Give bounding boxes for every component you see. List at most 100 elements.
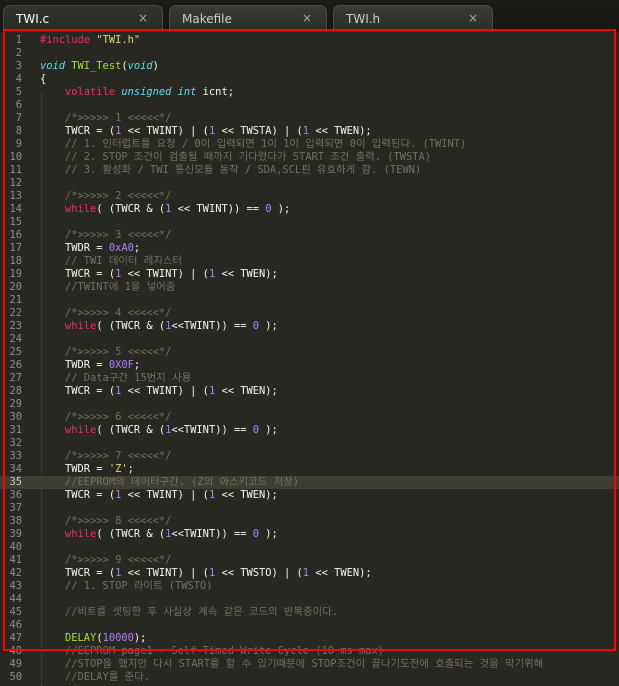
code-line[interactable]: 5 volatile unsigned int icnt; <box>0 86 619 99</box>
code-line[interactable]: 30 /*>>>>> 6 <<<<<*/ <box>0 411 619 424</box>
line-number: 27 <box>9 372 22 384</box>
code-line[interactable]: 35 //EEPROM의 데이터구간. (Z의 아스키코드 저장) <box>0 476 619 489</box>
code-line[interactable]: 41 /*>>>>> 9 <<<<<*/ <box>0 554 619 567</box>
tab-twi-c[interactable]: TWI.c × <box>3 5 163 32</box>
code-line[interactable]: 17 TWDR = 0xA0; <box>0 242 619 255</box>
code-line[interactable]: 22 /*>>>>> 4 <<<<<*/ <box>0 307 619 320</box>
code-token: TWCR = ( <box>40 385 116 397</box>
line-number: 31 <box>9 424 22 436</box>
code-line[interactable]: 42 TWCR = (1 << TWINT) | (1 << TWSTO) | … <box>0 567 619 580</box>
code-line[interactable]: 40 <box>0 541 619 554</box>
code-token: /*>>>>> 9 <<<<<*/ <box>40 554 172 566</box>
code-text: TWCR = (1 << TWINT) | (1 << TWEN); <box>40 385 278 398</box>
code-line[interactable]: 8 TWCR = (1 << TWINT) | (1 << TWSTA) | (… <box>0 125 619 138</box>
tab-makefile[interactable]: Makefile × <box>169 5 327 32</box>
line-number: 21 <box>9 294 22 306</box>
code-line[interactable]: 6 <box>0 99 619 112</box>
code-line[interactable]: 11 // 3. 활성화 / TWI 통신모듈 동작 / SDA,SCL핀 유효… <box>0 164 619 177</box>
code-editor[interactable]: 1 #include "TWI.h" 2 3 void TWI_Test(void) 4{… <box>0 32 619 686</box>
code-line[interactable]: 2 <box>0 47 619 60</box>
code-line[interactable]: 23 while( (TWCR & (1<<TWINT)) == 0 ); <box>0 320 619 333</box>
code-line[interactable]: 12 <box>0 177 619 190</box>
code-line[interactable]: 44 <box>0 593 619 606</box>
code-token: << TWINT)) == <box>171 203 266 215</box>
code-token: /*>>>>> 8 <<<<<*/ <box>40 515 172 527</box>
code-line[interactable]: 45 //비트를 셋팅한 후 사실상 계속 같은 코드의 반복중이다. <box>0 606 619 619</box>
code-line[interactable]: 29 <box>0 398 619 411</box>
code-line[interactable]: 46 <box>0 619 619 632</box>
code-token: << TWEN); <box>215 489 278 501</box>
code-line[interactable]: 36 TWCR = (1 << TWINT) | (1 << TWEN); <box>0 489 619 502</box>
code-text: TWCR = (1 << TWINT) | (1 << TWEN); <box>40 268 278 281</box>
code-line[interactable]: 9 // 1. 인터럽트를 요청 / 0이 입력되면 1이 1이 입력되면 0이… <box>0 138 619 151</box>
code-line[interactable]: 48 //EEPROM page1 - Self-Timed Write Cyc… <box>0 645 619 658</box>
code-token: //EEPROM의 데이터구간. (Z의 아스키코드 저장) <box>40 476 299 488</box>
line-number: 29 <box>9 398 22 410</box>
code-token: ; <box>133 242 141 254</box>
code-token: 0xA0 <box>108 242 134 254</box>
line-number: 5 <box>15 86 22 98</box>
code-line[interactable]: 47 DELAY(10000); <box>0 632 619 645</box>
line-number: 46 <box>9 619 22 631</box>
code-line[interactable]: 25 /*>>>>> 5 <<<<<*/ <box>0 346 619 359</box>
code-token: TWCR = ( <box>40 567 116 579</box>
line-number: 48 <box>9 645 22 657</box>
code-line[interactable]: 49 //STOP을 했지만 다시 START를 할 수 있기때문에 STOP조… <box>0 658 619 671</box>
code-line[interactable]: 32 <box>0 437 619 450</box>
code-token: { <box>40 73 47 85</box>
code-token: /*>>>>> 3 <<<<<*/ <box>40 229 172 241</box>
code-token: /*>>>>> 5 <<<<<*/ <box>40 346 172 358</box>
code-line[interactable]: 13 /*>>>>> 2 <<<<<*/ <box>0 190 619 203</box>
tab-twi-h[interactable]: TWI.h × <box>333 5 493 32</box>
line-number: 50 <box>9 671 22 683</box>
code-line[interactable]: 43 // 1. STOP 라이트 (TWSTO) <box>0 580 619 593</box>
code-token: TWCR = ( <box>40 489 116 501</box>
code-line[interactable]: 20 //TWINT에 1을 넣어줌 <box>0 281 619 294</box>
code-token: << TWINT) | ( <box>121 125 209 137</box>
line-number: 10 <box>9 151 22 163</box>
code-line[interactable]: 18 // TWI 데이터 레지스터 <box>0 255 619 268</box>
code-line[interactable]: 15 <box>0 216 619 229</box>
code-line[interactable]: 39 while( (TWCR & (1<<TWINT)) == 0 ); <box>0 528 619 541</box>
code-line[interactable]: 34 TWDR = 'Z'; <box>0 463 619 476</box>
code-token: // 2. STOP 조건이 검출될 때까지 기다렸다가 START 조건 출력… <box>40 151 432 163</box>
code-token: // 1. STOP 라이트 (TWSTO) <box>40 580 213 592</box>
code-token: 10000 <box>102 632 134 644</box>
code-token: // Data구간 15번지 사용 <box>40 372 192 384</box>
code-line[interactable]: 3 void TWI_Test(void) <box>0 60 619 73</box>
code-text: //TWINT에 1을 넣어줌 <box>40 281 175 294</box>
code-line[interactable]: 26 TWDR = 0X0F; <box>0 359 619 372</box>
line-number: 41 <box>9 554 22 566</box>
code-line[interactable]: 27 // Data구간 15번지 사용 <box>0 372 619 385</box>
code-text: TWDR = 0X0F; <box>40 359 140 372</box>
line-number: 20 <box>9 281 22 293</box>
code-token: /*>>>>> 1 <<<<<*/ <box>40 112 172 124</box>
code-line[interactable]: 7 /*>>>>> 1 <<<<<*/ <box>0 112 619 125</box>
line-number: 26 <box>9 359 22 371</box>
code-line[interactable]: 24 <box>0 333 619 346</box>
code-line[interactable]: 38 /*>>>>> 8 <<<<<*/ <box>0 515 619 528</box>
code-line[interactable]: 4{ <box>0 73 619 86</box>
close-icon[interactable]: × <box>468 11 478 25</box>
line-number: 44 <box>9 593 22 605</box>
code-line[interactable]: 21 <box>0 294 619 307</box>
code-line[interactable]: 37 <box>0 502 619 515</box>
code-line[interactable]: 10 // 2. STOP 조건이 검출될 때까지 기다렸다가 START 조건… <box>0 151 619 164</box>
code-line[interactable]: 31 while( (TWCR & (1<<TWINT)) == 0 ); <box>0 424 619 437</box>
code-line[interactable]: 19 TWCR = (1 << TWINT) | (1 << TWEN); <box>0 268 619 281</box>
close-icon[interactable]: × <box>138 11 148 25</box>
code-line[interactable]: 14 while( (TWCR & (1 << TWINT)) == 0 ); <box>0 203 619 216</box>
code-line[interactable]: 1 #include "TWI.h" <box>0 34 619 47</box>
code-line[interactable]: 33 /*>>>>> 7 <<<<<*/ <box>0 450 619 463</box>
code-text: void TWI_Test(void) <box>40 60 159 73</box>
code-line[interactable]: 16 /*>>>>> 3 <<<<<*/ <box>0 229 619 242</box>
code-line[interactable]: 28 TWCR = (1 << TWINT) | (1 << TWEN); <box>0 385 619 398</box>
code-token: ); <box>259 528 278 540</box>
code-line[interactable]: 50 //DELAY를 준다. <box>0 671 619 684</box>
line-number: 9 <box>15 138 22 150</box>
close-icon[interactable]: × <box>302 11 312 25</box>
code-text: /*>>>>> 2 <<<<<*/ <box>40 190 171 203</box>
code-text: /*>>>>> 3 <<<<<*/ <box>40 229 171 242</box>
